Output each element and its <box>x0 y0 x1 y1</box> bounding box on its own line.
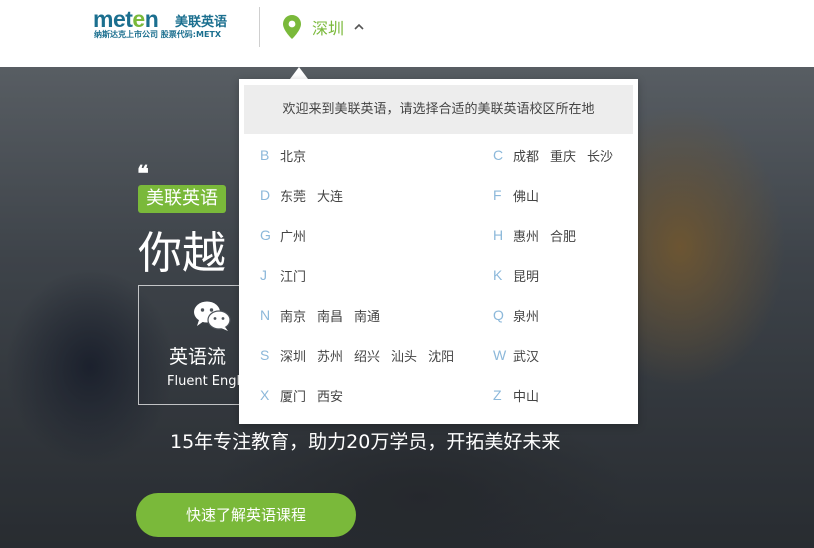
city-link[interactable]: 厦门 <box>280 386 306 405</box>
group-letter: H <box>493 227 504 243</box>
group-letter: X <box>260 387 270 403</box>
city-link[interactable]: 北京 <box>280 146 306 165</box>
quote-icon: ❝ <box>137 161 149 187</box>
group-letter: B <box>260 147 270 163</box>
group-letter: N <box>260 307 271 323</box>
city-link[interactable]: 广州 <box>280 226 306 245</box>
city-link[interactable]: 江门 <box>280 266 306 285</box>
city-link[interactable]: 成都 <box>513 146 539 165</box>
city-link[interactable]: 南昌 <box>317 306 343 325</box>
city-group-c: C 成都 重庆 长沙 <box>493 145 624 165</box>
group-letter: Q <box>493 307 504 323</box>
city-group-s: S 深圳 苏州 绍兴 汕头 沈阳 <box>260 345 465 365</box>
city-group-j: J 江门 <box>260 265 317 285</box>
current-city: 深圳 <box>312 19 345 38</box>
city-link[interactable]: 惠州 <box>513 226 539 245</box>
chevron-up-icon <box>354 23 364 30</box>
city-link[interactable]: 中山 <box>513 386 539 405</box>
feature-subtitle: Fluent Engl <box>167 374 241 389</box>
city-link[interactable]: 沈阳 <box>428 346 454 365</box>
dropdown-caret <box>290 67 308 79</box>
site-header: meten 美联英语 纳斯达克上市公司 股票代码:METX 深圳 <box>0 0 814 67</box>
learn-courses-button[interactable]: 快速了解英语课程 <box>136 493 356 537</box>
city-link[interactable]: 绍兴 <box>354 346 380 365</box>
logo-chinese-name: 美联英语 <box>175 15 228 30</box>
wechat-icon <box>194 301 231 331</box>
city-link[interactable]: 合肥 <box>550 226 576 245</box>
city-group-b: B 北京 <box>260 145 317 165</box>
city-link[interactable]: 深圳 <box>280 346 306 365</box>
city-group-x: X 厦门 西安 <box>260 385 354 405</box>
city-link[interactable]: 昆明 <box>513 266 539 285</box>
city-selector[interactable]: 深圳 <box>283 14 365 40</box>
group-letter: Z <box>493 387 502 403</box>
city-group-k: K 昆明 <box>493 265 550 285</box>
city-group-q: Q 泉州 <box>493 305 550 325</box>
logo-stock-info: 纳斯达克上市公司 股票代码:METX <box>94 30 222 39</box>
city-link[interactable]: 长沙 <box>587 146 613 165</box>
city-group-z: Z 中山 <box>493 385 550 405</box>
city-link[interactable]: 南通 <box>354 306 380 325</box>
group-letter: C <box>493 147 504 163</box>
feature-title: 英语流 <box>169 346 227 368</box>
city-group-f: F 佛山 <box>493 185 550 205</box>
city-group-h: H 惠州 合肥 <box>493 225 587 245</box>
city-group-g: G 广州 <box>260 225 317 245</box>
city-link[interactable]: 苏州 <box>317 346 343 365</box>
city-link[interactable]: 大连 <box>317 186 343 205</box>
group-letter: J <box>260 267 267 283</box>
city-link[interactable]: 佛山 <box>513 186 539 205</box>
city-link[interactable]: 南京 <box>280 306 306 325</box>
feature-box: 英语流 Fluent Engl <box>138 285 248 405</box>
dropdown-welcome-text: 欢迎来到美联英语，请选择合适的美联英语校区所在地 <box>244 85 633 134</box>
hero-title: 你越 <box>138 228 226 279</box>
meten-logo[interactable]: meten 美联英语 纳斯达克上市公司 股票代码:METX <box>93 6 243 46</box>
group-letter: S <box>260 347 270 363</box>
location-pin-icon <box>283 15 301 39</box>
city-link[interactable]: 重庆 <box>550 146 576 165</box>
hero-tagline: 15年专注教育，助力20万学员，开拓美好未来 <box>170 431 561 453</box>
city-link[interactable]: 西安 <box>317 386 343 405</box>
group-letter: F <box>493 187 502 203</box>
header-divider <box>259 7 260 47</box>
city-group-d: D 东莞 大连 <box>260 185 354 205</box>
city-group-w: W 武汉 <box>493 345 550 365</box>
city-dropdown: 欢迎来到美联英语，请选择合适的美联英语校区所在地 B 北京 D 东莞 大连 G 广州 J 江门 N… <box>239 79 638 424</box>
hero-brand-tag: 美联英语 <box>138 185 226 213</box>
city-group-n: N 南京 南昌 南通 <box>260 305 391 325</box>
city-link[interactable]: 武汉 <box>513 346 539 365</box>
city-link[interactable]: 东莞 <box>280 186 306 205</box>
city-link[interactable]: 泉州 <box>513 306 539 325</box>
city-link[interactable]: 汕头 <box>391 346 417 365</box>
group-letter: K <box>493 267 503 283</box>
group-letter: D <box>260 187 271 203</box>
group-letter: G <box>260 227 271 243</box>
group-letter: W <box>493 347 507 363</box>
